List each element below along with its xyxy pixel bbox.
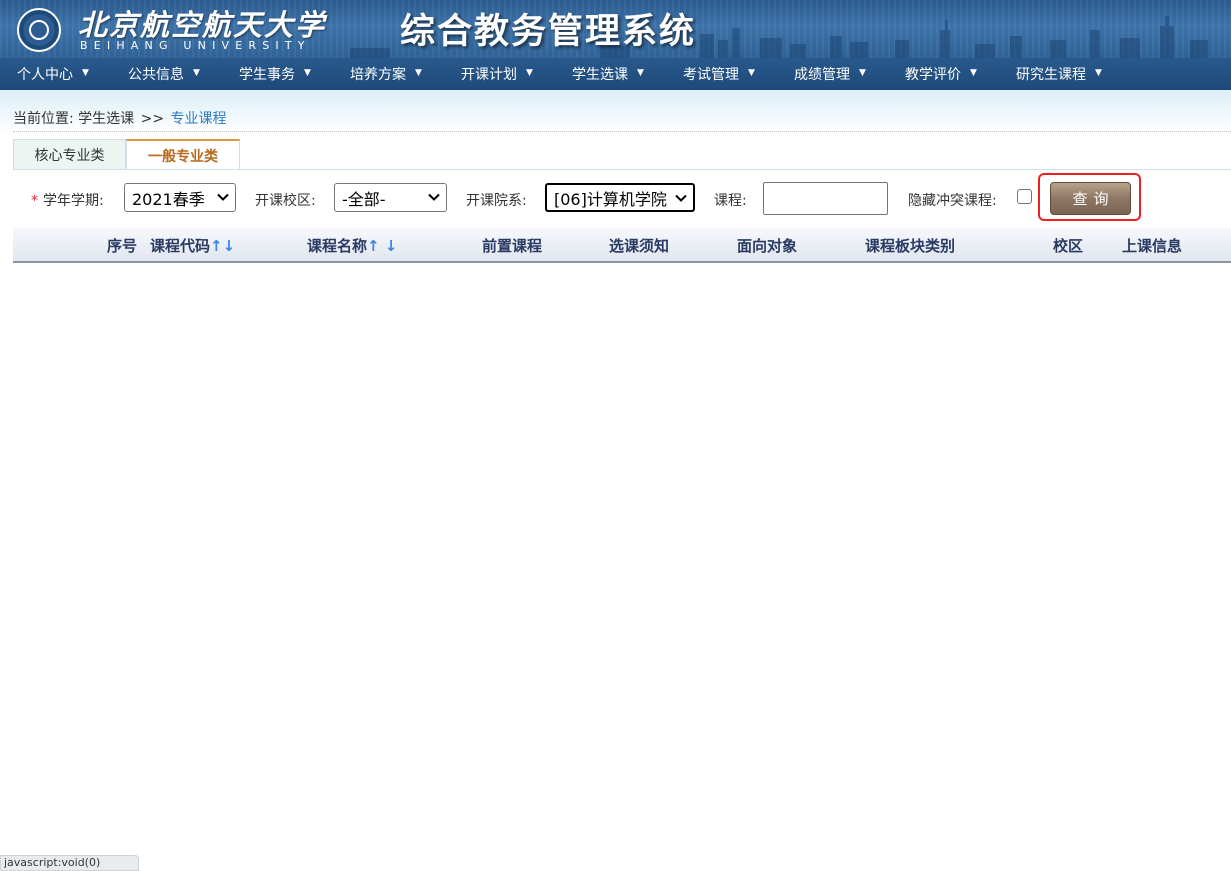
nav-item-personal-center[interactable]: 个人中心 ▼ [0,58,111,90]
term-label-text: 学年学期: [43,193,104,209]
tab-label: 核心专业类 [34,148,105,164]
caret-down-icon: ▼ [415,68,422,78]
col-index-label: 序号 [107,237,138,255]
breadcrumb-separator: >> [140,111,165,127]
main-nav: 个人中心 ▼ 公共信息 ▼ 学生事务 ▼ 培养方案 ▼ 开课计划 ▼ 学生选课 … [0,58,1231,90]
col-target-audience: 面向对象 [737,235,797,256]
col-campus: 校区 [1053,235,1083,256]
breadcrumb-parent: 学生选课 [78,111,135,127]
campus-label: 开课校区: [255,193,316,209]
nav-item-label: 个人中心 [17,67,73,83]
breadcrumb-current[interactable]: 专业课程 [171,111,227,127]
col-course-code[interactable]: 课程代码↑↓ [150,235,235,256]
nav-item-exam-management[interactable]: 考试管理 ▼ [666,58,777,90]
nav-item-label: 公共信息 [128,67,184,83]
browser-status-bar: javascript:void(0) [0,855,139,871]
university-name-cn: 北京航空航天大学 [78,8,327,42]
department-label: 开课院系: [466,193,527,209]
nav-item-label: 学生选课 [572,67,628,83]
university-name-en: BEIHANG UNIVERSITY [80,39,311,52]
nav-item-graduate-courses[interactable]: 研究生课程 ▼ [999,58,1110,90]
chevron-down-icon [217,193,229,201]
nav-item-label: 成绩管理 [794,67,850,83]
nav-item-label: 培养方案 [350,67,406,83]
col-index: 序号 [107,235,137,256]
term-label: * 学年学期: [31,190,104,210]
col-course-name[interactable]: 课程名称↑ ↓ [307,235,397,256]
sort-arrows-icon[interactable]: ↑ ↓ [367,237,397,255]
caret-down-icon: ▼ [637,68,644,78]
caret-down-icon: ▼ [526,68,533,78]
nav-item-label: 开课计划 [461,67,517,83]
col-campus-label: 校区 [1053,237,1084,255]
col-course-category-label: 课程板块类别 [865,237,956,255]
query-button-label: 查询 [1072,190,1115,208]
term-select[interactable]: 2021春季 [124,183,236,212]
tab-core-major[interactable]: 核心专业类 [13,139,126,170]
university-seal-logo [17,8,61,52]
required-marker: * [31,193,38,209]
campus-select-value: -全部- [342,189,386,209]
tab-label: 一般专业类 [148,148,218,165]
department-select-value: [06]计算机学院 [554,189,667,209]
caret-down-icon: ▼ [304,68,311,78]
col-selection-notes-label: 选课须知 [609,237,670,255]
sort-arrows-icon[interactable]: ↑↓ [210,237,235,255]
nav-item-public-info[interactable]: 公共信息 ▼ [111,58,222,90]
system-title: 综合教务管理系统 [400,11,697,52]
nav-item-training-plan[interactable]: 培养方案 ▼ [333,58,444,90]
nav-item-label: 教学评价 [905,67,961,83]
term-select-value: 2021春季 [132,189,205,209]
nav-item-label: 研究生课程 [1016,67,1086,83]
nav-item-label: 考试管理 [683,67,739,83]
col-target-audience-label: 面向对象 [737,237,798,255]
tab-divider [13,169,1231,170]
course-input[interactable] [763,182,888,215]
nav-item-course-selection[interactable]: 学生选课 ▼ [555,58,666,90]
caret-down-icon: ▼ [970,68,977,78]
tab-general-major[interactable]: 一般专业类 [126,139,240,170]
caret-down-icon: ▼ [859,68,866,78]
col-course-name-label: 课程名称 [307,237,368,255]
chevron-down-icon [428,193,440,201]
header-banner: 北京航空航天大学 BEIHANG UNIVERSITY 综合教务管理系统 [0,0,1231,58]
filter-bar: * 学年学期: 2021春季 开课校区: -全部- 开课院系: [06]计算机学院… [0,173,1231,221]
course-table-header: 序号 课程代码↑↓ 课程名称↑ ↓ 前置课程 选课须知 面向对象 课程板块类别 … [13,227,1231,263]
col-prerequisite-label: 前置课程 [482,237,543,255]
course-label: 课程: [714,193,747,209]
col-class-info-label: 上课信息 [1122,237,1183,255]
nav-item-grade-management[interactable]: 成绩管理 ▼ [777,58,888,90]
breadcrumb-prefix: 当前位置: [13,111,74,127]
caret-down-icon: ▼ [748,68,755,78]
caret-down-icon: ▼ [1095,68,1102,78]
nav-item-label: 学生事务 [239,67,295,83]
chevron-down-icon [675,194,687,202]
query-button[interactable]: 查询 [1050,182,1131,215]
breadcrumb: 当前位置: 学生选课 >> 专业课程 [13,108,227,128]
caret-down-icon: ▼ [193,68,200,78]
col-selection-notes: 选课须知 [609,235,669,256]
campus-select[interactable]: -全部- [334,183,447,212]
col-course-code-label: 课程代码 [150,237,211,255]
col-course-category: 课程板块类别 [865,235,955,256]
breadcrumb-divider [13,131,1231,132]
caret-down-icon: ▼ [82,68,89,78]
nav-item-course-plan[interactable]: 开课计划 ▼ [444,58,555,90]
nav-item-teaching-evaluation[interactable]: 教学评价 ▼ [888,58,999,90]
nav-item-student-affairs[interactable]: 学生事务 ▼ [222,58,333,90]
department-select[interactable]: [06]计算机学院 [545,183,695,212]
col-class-info: 上课信息 [1122,235,1182,256]
col-prerequisite: 前置课程 [482,235,542,256]
hide-conflict-checkbox[interactable] [1017,189,1032,204]
hide-conflict-label: 隐藏冲突课程: [908,193,997,209]
